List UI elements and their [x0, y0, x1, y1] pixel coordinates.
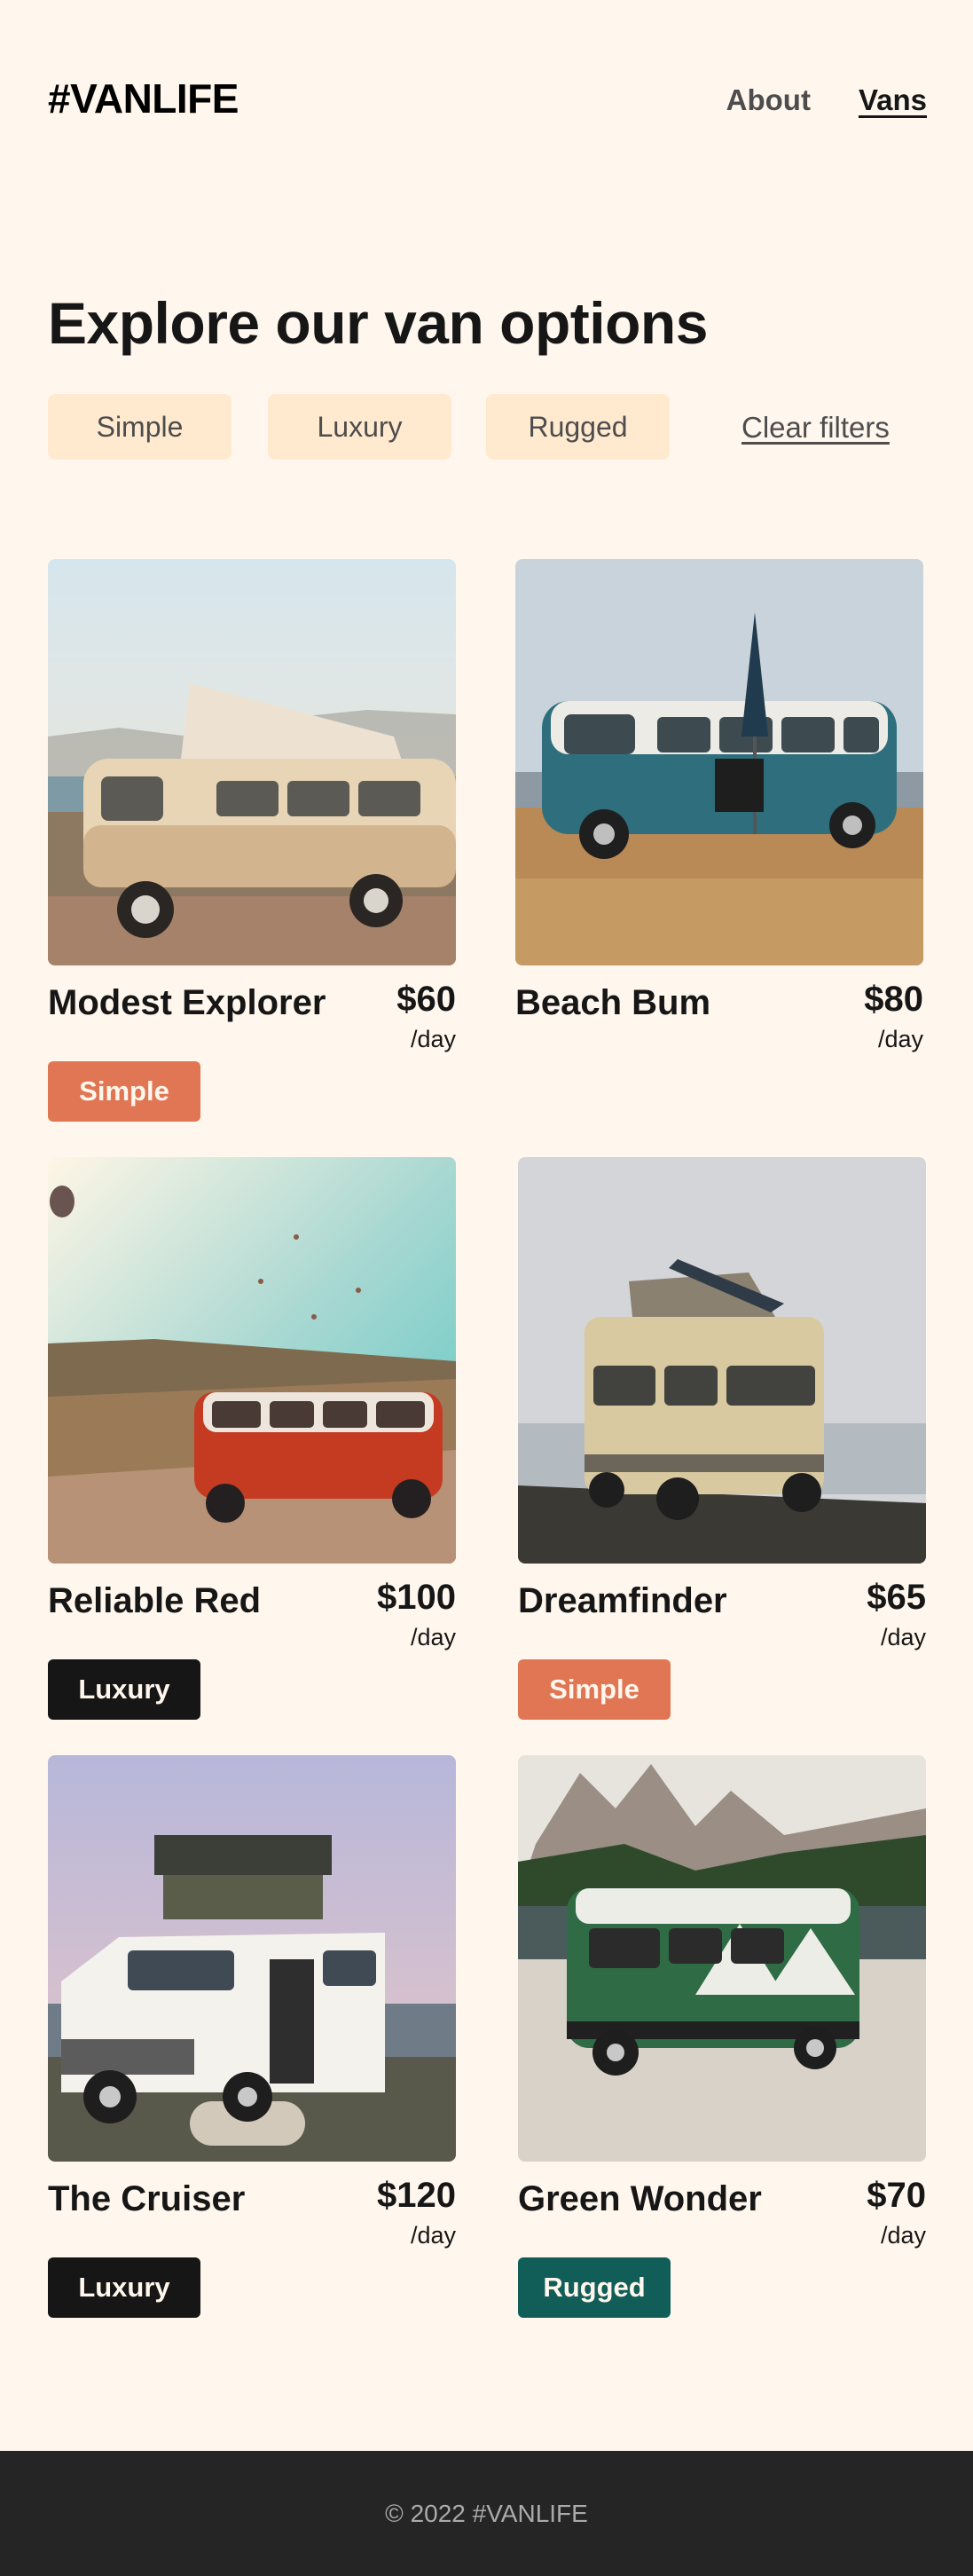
filter-bar: Simple Luxury Rugged Clear filters	[48, 394, 926, 460]
van-price: $60	[396, 980, 456, 1019]
van-image[interactable]	[518, 1755, 926, 2162]
van-price: $80	[864, 980, 923, 1019]
van-card[interactable]: Green Wonder $70 /day Rugged	[518, 1755, 926, 2318]
van-price-unit: /day	[877, 1026, 923, 1052]
van-name: Reliable Red	[48, 1581, 262, 1620]
site-footer: © 2022 #VANLIFE	[0, 2451, 973, 2576]
van-image[interactable]	[48, 1157, 456, 1564]
van-image[interactable]	[48, 1755, 456, 2162]
nav-link-about[interactable]: About	[726, 83, 811, 117]
van-type-badge: Rugged	[518, 2257, 671, 2318]
van-card[interactable]: Beach Bum $80 /day	[515, 559, 923, 1052]
nav-link-vans[interactable]: Vans	[859, 83, 927, 117]
van-price: $65	[867, 1578, 926, 1617]
filter-rugged-button[interactable]: Rugged	[486, 394, 670, 460]
van-price-unit: /day	[880, 2222, 926, 2249]
van-card[interactable]: Dreamfinder $65 /day Simple	[518, 1157, 926, 1720]
van-name: Modest Explorer	[48, 983, 326, 1022]
van-price-unit: /day	[410, 1026, 456, 1052]
site-logo[interactable]: #VANLIFE	[48, 75, 239, 122]
van-price: $100	[377, 1578, 456, 1617]
van-price: $70	[867, 2176, 926, 2215]
van-card[interactable]: Modest Explorer $60 /day Simple	[48, 559, 456, 1122]
van-name: Beach Bum	[515, 983, 711, 1022]
site-header: #VANLIFE About Vans	[0, 0, 973, 201]
van-type-badge: Simple	[518, 1659, 671, 1720]
van-image[interactable]	[515, 559, 923, 965]
van-type-badge: Luxury	[48, 1659, 200, 1720]
footer-copyright: © 2022 #VANLIFE	[385, 2499, 588, 2527]
van-card[interactable]: The Cruiser $120 /day Luxury	[48, 1755, 456, 2318]
van-type-badge: Simple	[48, 1061, 200, 1122]
van-price-unit: /day	[410, 2222, 456, 2249]
clear-filters-link[interactable]: Clear filters	[742, 411, 890, 445]
van-name: The Cruiser	[48, 2179, 246, 2218]
filter-simple-button[interactable]: Simple	[48, 394, 231, 460]
van-price-unit: /day	[880, 1624, 926, 1650]
van-image[interactable]	[518, 1157, 926, 1564]
page-title: Explore our van options	[48, 290, 708, 356]
main-nav: About Vans	[726, 83, 927, 117]
van-name: Green Wonder	[518, 2179, 762, 2218]
van-type-badge: Luxury	[48, 2257, 200, 2318]
filter-luxury-button[interactable]: Luxury	[268, 394, 451, 460]
van-card[interactable]: Reliable Red $100 /day Luxury	[48, 1157, 456, 1720]
van-name: Dreamfinder	[518, 1581, 727, 1620]
van-price: $120	[377, 2176, 456, 2215]
van-image[interactable]	[48, 559, 456, 965]
van-price-unit: /day	[410, 1624, 456, 1650]
